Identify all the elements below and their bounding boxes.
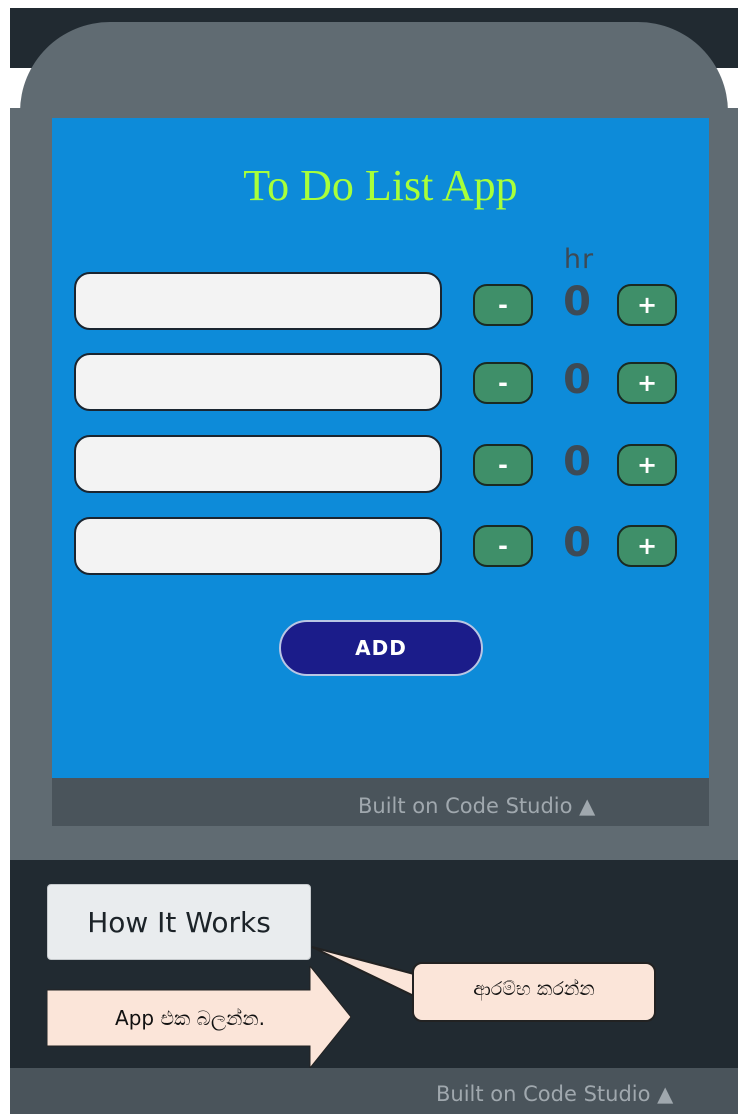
task-input-4[interactable] bbox=[74, 517, 442, 575]
speech-note: ආරම්භ කරන්න bbox=[473, 978, 595, 1000]
hours-value-2: 0 bbox=[563, 357, 591, 403]
hours-label: hr bbox=[563, 244, 595, 275]
increment-hours-button-4[interactable]: + bbox=[617, 525, 677, 567]
task-input-2[interactable] bbox=[74, 353, 442, 411]
decrement-hours-button-1[interactable]: - bbox=[473, 284, 533, 326]
arrow-note: App එක බලන්න. bbox=[115, 1006, 265, 1030]
decrement-hours-button-2[interactable]: - bbox=[473, 362, 533, 404]
speech-pointer bbox=[311, 946, 415, 998]
increment-hours-button-2[interactable]: + bbox=[617, 362, 677, 404]
task-input-1[interactable] bbox=[74, 272, 442, 330]
add-button[interactable]: ADD bbox=[279, 620, 483, 676]
app-title: To Do List App bbox=[243, 161, 518, 210]
increment-hours-button-3[interactable]: + bbox=[617, 444, 677, 486]
hours-value-3: 0 bbox=[563, 439, 591, 485]
decrement-hours-button-3[interactable]: - bbox=[473, 444, 533, 486]
footer-built-on-link[interactable]: Built on Code Studio ▲ bbox=[436, 1082, 673, 1106]
increment-hours-button-1[interactable]: + bbox=[617, 284, 677, 326]
decrement-hours-button-4[interactable]: - bbox=[473, 525, 533, 567]
hours-value-1: 0 bbox=[563, 279, 591, 325]
hours-value-4: 0 bbox=[563, 520, 591, 566]
task-input-3[interactable] bbox=[74, 435, 442, 493]
how-it-works-button[interactable]: How It Works bbox=[47, 884, 311, 960]
app-built-on-link[interactable]: Built on Code Studio ▲ bbox=[358, 794, 595, 818]
